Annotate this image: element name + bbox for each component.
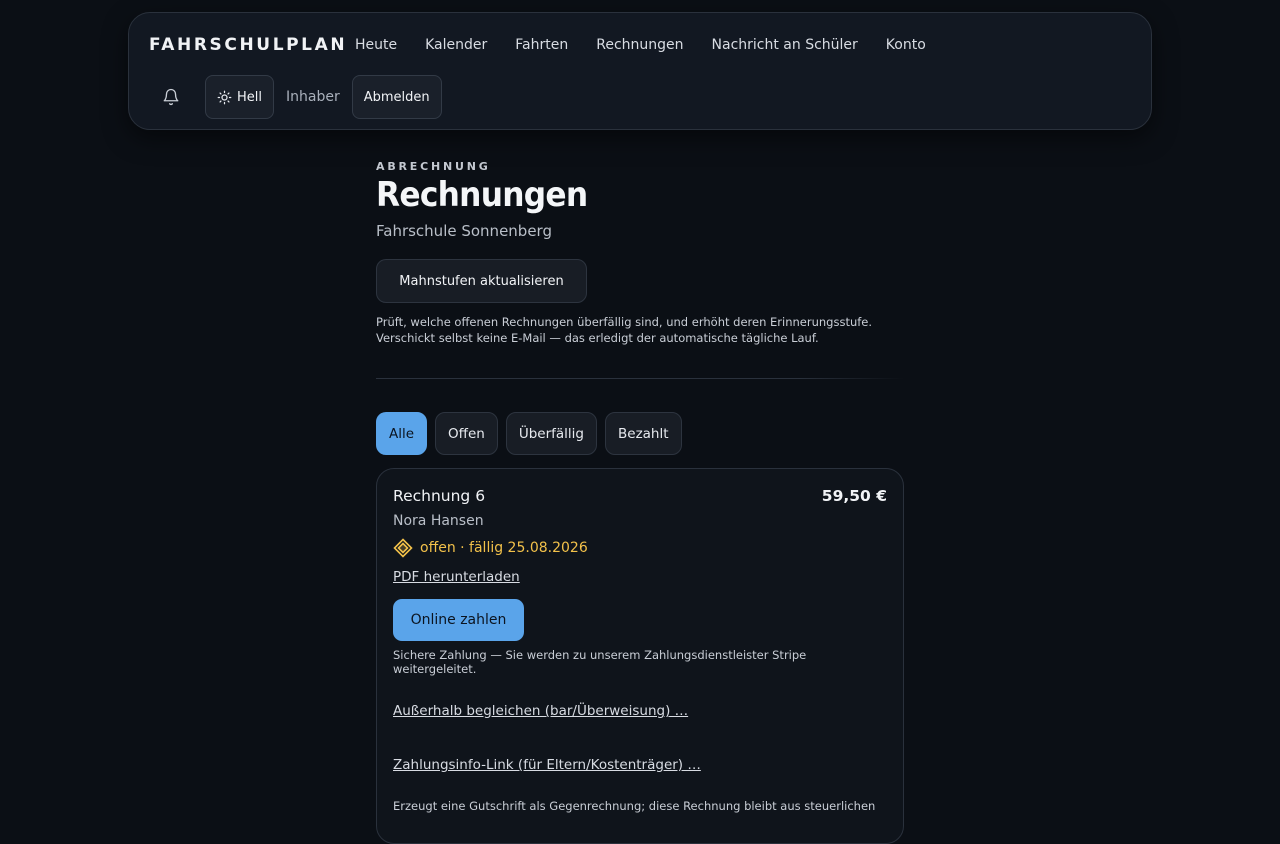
filter-paid[interactable]: Bezahlt	[605, 412, 682, 455]
update-reminder-levels-button[interactable]: Mahnstufen aktualisieren	[376, 259, 587, 303]
filter-overdue[interactable]: Überfällig	[505, 412, 597, 455]
nav-link-rechnungen[interactable]: Rechnungen	[596, 37, 683, 53]
credit-note-text: Erzeugt eine Gutschrift als Gegenrechnun…	[393, 799, 876, 813]
filter-all[interactable]: Alle	[376, 412, 428, 455]
invoice-student: Nora Hansen	[393, 513, 484, 529]
nav-link-nachricht[interactable]: Nachricht an Schüler	[712, 37, 858, 53]
nav-link-heute[interactable]: Heute	[355, 37, 397, 53]
download-pdf-link[interactable]: PDF herunterladen	[393, 569, 520, 585]
invoice-filter-tabs: Alle Offen Überfällig Bezahlt	[376, 412, 904, 455]
invoice-card: Rechnung 6 59,50 € Nora Hansen offen · f…	[376, 468, 904, 844]
invoice-header: Rechnung 6 59,50 €	[393, 487, 887, 505]
invoice-amount: 59,50 €	[821, 487, 887, 505]
invoice-status: offen · fällig 25.08.2026	[393, 538, 887, 558]
bell-icon	[163, 88, 179, 106]
main-content: ABRECHNUNG Rechnungen Fahrschule Sonnenb…	[376, 160, 904, 844]
payment-info-link[interactable]: Zahlungsinfo-Link (für Eltern/Kostenträg…	[393, 757, 887, 773]
notifications-button[interactable]	[149, 75, 193, 119]
theme-toggle-button[interactable]: Hell	[205, 75, 274, 119]
invoice-status-text: offen · fällig 25.08.2026	[420, 540, 588, 556]
nav-link-kalender[interactable]: Kalender	[425, 37, 487, 53]
invoice-title: Rechnung 6	[393, 487, 486, 505]
nav-link-fahrten[interactable]: Fahrten	[515, 37, 568, 53]
brand-logo[interactable]: FAHRSCHULPLAN	[149, 35, 347, 55]
section-eyebrow: ABRECHNUNG	[376, 160, 491, 173]
settle-externally-link[interactable]: Außerhalb begleichen (bar/Überweisung) …	[393, 703, 887, 719]
section-divider	[376, 378, 904, 379]
diamond-icon	[393, 538, 413, 558]
top-navbar: FAHRSCHULPLAN Heute Kalender Fahrten Rec…	[128, 12, 1152, 130]
payment-note: Sichere Zahlung — Sie werden zu unserem …	[393, 648, 807, 676]
main-nav: Heute Kalender Fahrten Rechnungen Nachri…	[355, 37, 926, 53]
action-help-text: Prüft, welche offenen Rechnungen überfäl…	[376, 314, 904, 346]
sun-icon	[217, 90, 232, 104]
page-title: Rechnungen	[376, 175, 588, 215]
nav-link-konto[interactable]: Konto	[886, 37, 926, 53]
help-line-1: Prüft, welche offenen Rechnungen überfäl…	[376, 315, 873, 329]
help-line-2: Verschickt selbst keine E-Mail — das erl…	[376, 331, 819, 345]
school-name: Fahrschule Sonnenberg	[376, 222, 552, 240]
user-role: Inhaber	[286, 89, 340, 105]
logout-button[interactable]: Abmelden	[351, 75, 442, 119]
theme-toggle-label: Hell	[237, 89, 262, 105]
filter-open[interactable]: Offen	[435, 412, 498, 455]
pay-online-button[interactable]: Online zahlen	[393, 599, 524, 641]
nav-actions: Hell Inhaber Abmelden	[149, 75, 442, 119]
